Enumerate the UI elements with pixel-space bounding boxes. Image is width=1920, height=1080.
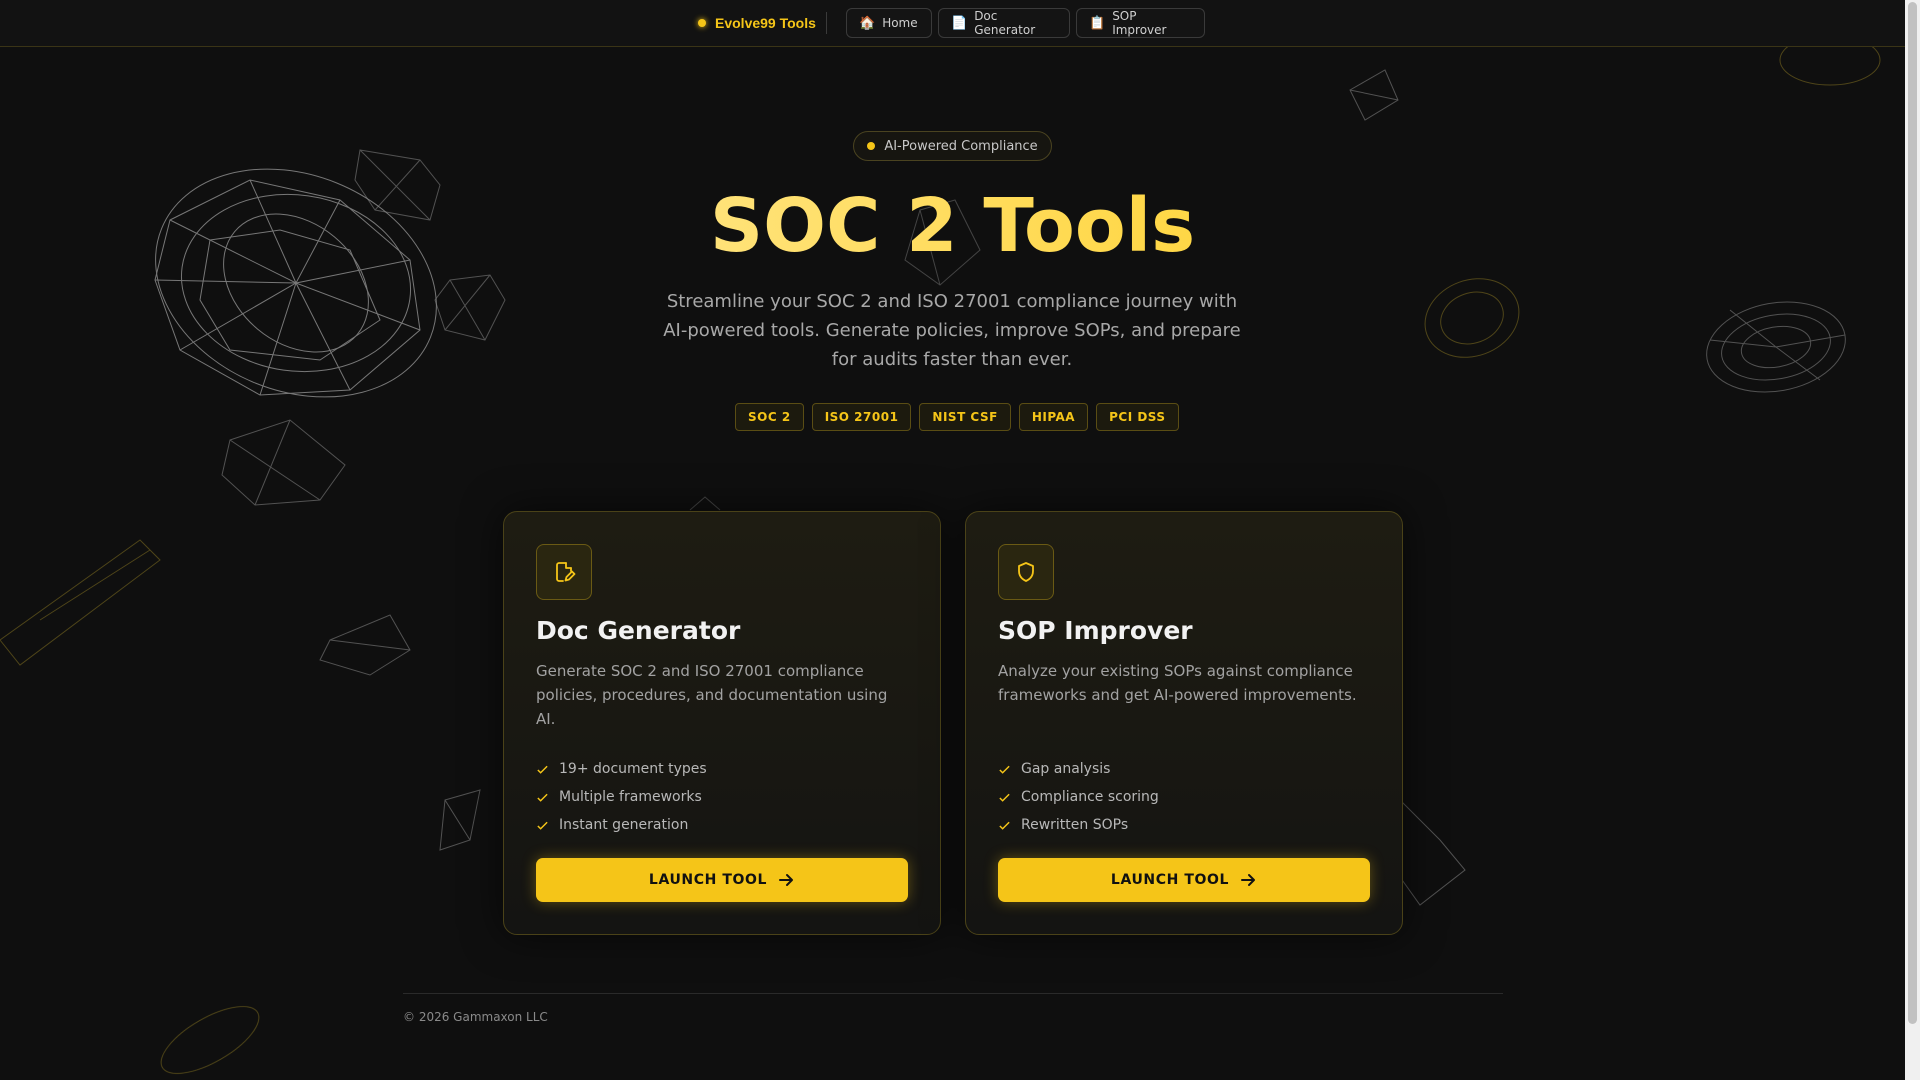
feature-label: Compliance scoring <box>1021 789 1159 805</box>
feature-label: Gap analysis <box>1021 761 1111 777</box>
feature-item: 19+ document types <box>536 755 707 783</box>
check-icon <box>999 765 1010 774</box>
nav-divider <box>826 12 827 34</box>
feature-item: Rewritten SOPs <box>998 811 1159 839</box>
wireframe-background <box>0 34 1881 1074</box>
feature-label: Multiple frameworks <box>559 789 702 805</box>
launch-doc-generator-button[interactable]: LAUNCH TOOL <box>536 858 908 902</box>
feature-item: Compliance scoring <box>998 783 1159 811</box>
footer-copyright: © 2026 Gammaxon LLC <box>403 1010 548 1024</box>
check-icon <box>537 793 548 802</box>
hero-badge: AI-Powered Compliance <box>853 131 1052 161</box>
framework-tag: HIPAA <box>1018 403 1089 431</box>
framework-tag: PCI DSS <box>1096 403 1179 431</box>
nav-doc-generator-button[interactable]: 📄 Doc Generator <box>938 8 1070 38</box>
page-scrollbar[interactable] <box>1905 0 1920 1080</box>
nav-sop-improver-label: SOP Improver <box>1112 9 1167 37</box>
badge-dot-icon <box>867 142 876 150</box>
feature-label: Instant generation <box>559 817 689 833</box>
framework-tag: SOC 2 <box>735 403 804 431</box>
card-description: Generate SOC 2 and ISO 27001 compliance … <box>536 662 888 728</box>
check-icon <box>999 793 1010 802</box>
feature-list: Gap analysis Compliance scoring Rewritte… <box>998 755 1159 839</box>
check-icon <box>537 765 548 774</box>
feature-item: Gap analysis <box>998 755 1159 783</box>
file-edit-icon <box>536 544 592 600</box>
card-title: Doc Generator <box>536 616 741 645</box>
sop-improver-card: SOP Improver Analyze your existing SOPs … <box>965 511 1403 935</box>
check-icon <box>999 821 1010 830</box>
scrollbar-thumb[interactable] <box>1908 2 1917 1024</box>
feature-list: 19+ document types Multiple frameworks I… <box>536 755 707 839</box>
clipboard-icon: 📋 <box>1089 15 1106 31</box>
page-title: SOC 2 Tools <box>0 180 1905 272</box>
document-icon: 📄 <box>951 15 968 31</box>
framework-tags: SOC 2 ISO 27001 NIST CSF HIPAA PCI DSS <box>735 403 1179 431</box>
launch-sop-improver-button[interactable]: LAUNCH TOOL <box>998 858 1370 902</box>
doc-generator-card: Doc Generator Generate SOC 2 and ISO 270… <box>503 511 941 935</box>
shield-icon <box>998 544 1054 600</box>
launch-button-label: LAUNCH TOOL <box>1110 872 1230 888</box>
footer-divider <box>403 993 1503 994</box>
nav-doc-generator-label: Doc Generator <box>974 9 1036 37</box>
arrow-right-icon <box>779 874 794 886</box>
feature-item: Instant generation <box>536 811 707 839</box>
top-navbar: Evolve99 Tools 🏠 Home 📄 Doc Generator 📋 … <box>0 0 1905 47</box>
feature-label: 19+ document types <box>559 761 707 777</box>
framework-tag: ISO 27001 <box>811 403 912 431</box>
nav-sop-improver-button[interactable]: 📋 SOP Improver <box>1076 8 1205 38</box>
hero-badge-label: AI-Powered Compliance <box>884 138 1038 154</box>
brand-name: Evolve99 Tools <box>715 15 816 31</box>
home-icon: 🏠 <box>859 15 876 31</box>
feature-item: Multiple frameworks <box>536 783 707 811</box>
nav-home-label: Home <box>882 16 918 30</box>
nav-home-button[interactable]: 🏠 Home <box>846 8 932 38</box>
feature-label: Rewritten SOPs <box>1021 817 1129 833</box>
brand-dot-icon <box>698 19 706 27</box>
arrow-right-icon <box>1241 874 1256 886</box>
card-description: Analyze your existing SOPs against compl… <box>998 662 1357 704</box>
check-icon <box>537 821 548 830</box>
hero-subtitle: Streamline your SOC 2 and ISO 27001 comp… <box>663 291 1241 370</box>
framework-tag: NIST CSF <box>919 403 1011 431</box>
card-title: SOP Improver <box>998 616 1193 645</box>
launch-button-label: LAUNCH TOOL <box>648 872 768 888</box>
brand-logo[interactable]: Evolve99 Tools <box>698 12 816 34</box>
